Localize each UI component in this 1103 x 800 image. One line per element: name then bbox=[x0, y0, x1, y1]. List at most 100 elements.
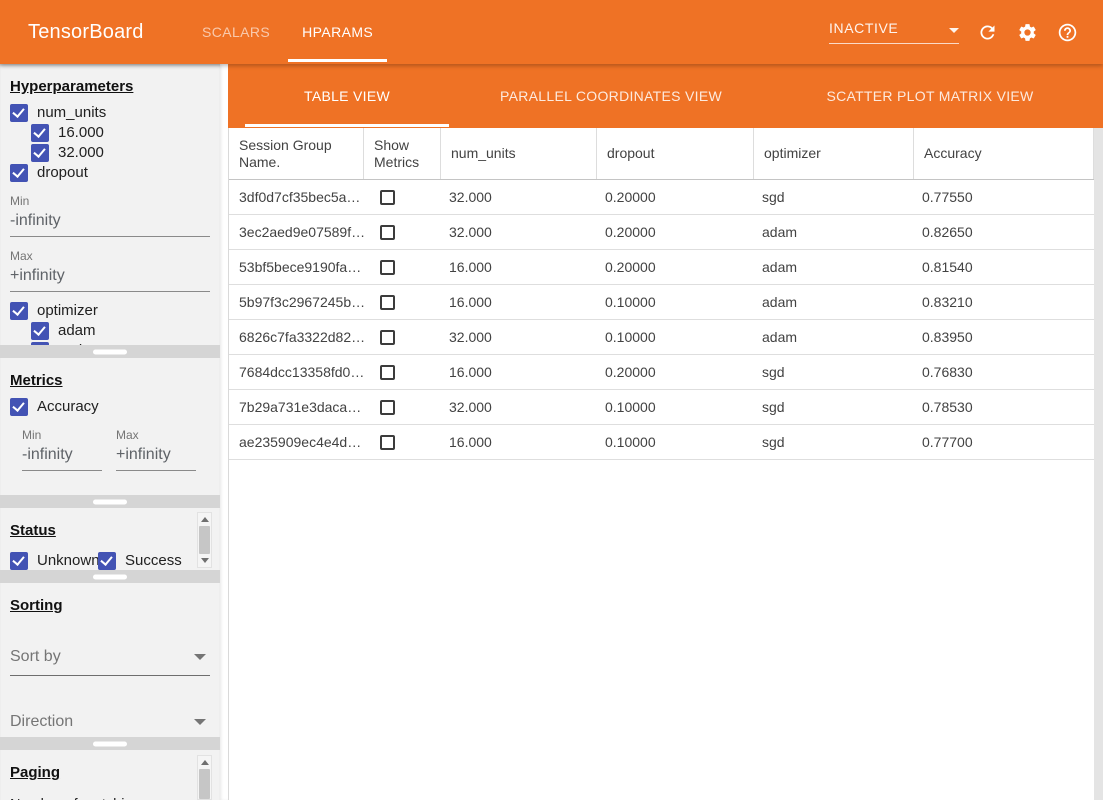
session-group-name-cell: 53bf5bece9190fa… bbox=[229, 259, 364, 275]
dropout-label: dropout bbox=[37, 164, 88, 181]
num-units-cell: 16.000 bbox=[441, 434, 597, 450]
chevron-down-icon bbox=[949, 28, 959, 33]
refresh-button[interactable] bbox=[967, 12, 1007, 52]
hparams-sidebar: Hyperparameters num_units 16.000 32.000 … bbox=[0, 64, 220, 800]
sidebar-gutter bbox=[220, 64, 228, 800]
paging-heading: Paging bbox=[10, 764, 60, 781]
tab-scalars[interactable]: SCALARS bbox=[186, 0, 286, 64]
optimizer-cell: sgd bbox=[754, 434, 914, 450]
matching-groups-count: Number of matching session groups: 8 bbox=[10, 796, 188, 800]
tab-parallel-coordinates-view[interactable]: PARALLEL COORDINATES VIEW bbox=[500, 88, 722, 104]
accuracy-cell: 0.78530 bbox=[914, 399, 1094, 415]
drag-handle[interactable] bbox=[93, 574, 127, 579]
hparam-value-row: adam bbox=[31, 321, 210, 340]
num-units-cell: 16.000 bbox=[441, 294, 597, 310]
scrollbar-thumb[interactable] bbox=[199, 526, 210, 554]
tab-hparams-label: HPARAMS bbox=[302, 24, 373, 40]
show-metrics-checkbox[interactable] bbox=[380, 435, 395, 450]
num-units-checkbox[interactable] bbox=[10, 104, 28, 122]
show-metrics-checkbox[interactable] bbox=[380, 190, 395, 205]
dropout-min-field: Min -infinity bbox=[10, 194, 210, 237]
tab-hparams[interactable]: HPARAMS bbox=[286, 0, 389, 64]
max-label: Max bbox=[10, 249, 210, 263]
num-units-cell: 32.000 bbox=[441, 329, 597, 345]
optimizer-adam-checkbox[interactable] bbox=[31, 322, 49, 340]
tab-table-view[interactable]: TABLE VIEW bbox=[304, 88, 390, 104]
table-view-content: Session Group Name. Show Metrics num_uni… bbox=[228, 128, 1103, 800]
status-scrollbar[interactable] bbox=[197, 512, 212, 568]
optimizer-cell: adam bbox=[754, 329, 914, 345]
status-checkbox[interactable] bbox=[98, 552, 116, 570]
accuracy-min-field: Min -infinity bbox=[22, 428, 102, 471]
scroll-up-arrow-icon[interactable] bbox=[201, 760, 209, 765]
optimizer-checkbox[interactable] bbox=[10, 302, 28, 320]
session-group-name-cell: 5b97f3c2967245b… bbox=[229, 294, 364, 310]
tab-scatter-plot-matrix-view[interactable]: SCATTER PLOT MATRIX VIEW bbox=[826, 88, 1033, 104]
session-group-name-cell: 7b29a731e3daca… bbox=[229, 399, 364, 415]
optimizer-cell: adam bbox=[754, 224, 914, 240]
hyperparameters-section: Hyperparameters num_units 16.000 32.000 … bbox=[0, 64, 220, 345]
accuracy-cell: 0.77550 bbox=[914, 189, 1094, 205]
num-units-32-checkbox[interactable] bbox=[31, 144, 49, 162]
metric-accuracy-row: Accuracy bbox=[10, 397, 210, 416]
num-units-cell: 32.000 bbox=[441, 189, 597, 205]
direction-select[interactable]: Direction bbox=[10, 713, 210, 737]
accuracy-cell: 0.83950 bbox=[914, 329, 1094, 345]
num-units-cell: 16.000 bbox=[441, 259, 597, 275]
direction-label: Direction bbox=[10, 713, 73, 731]
table-header-row: Session Group Name. Show Metrics num_uni… bbox=[229, 128, 1094, 180]
drag-handle[interactable] bbox=[93, 349, 127, 354]
show-metrics-checkbox[interactable] bbox=[380, 225, 395, 240]
metrics-heading: Metrics bbox=[10, 372, 63, 389]
status-checkbox[interactable] bbox=[10, 552, 28, 570]
settings-button[interactable] bbox=[1007, 12, 1047, 52]
min-input[interactable]: -infinity bbox=[10, 208, 210, 237]
drag-handle[interactable] bbox=[93, 741, 127, 746]
max-input[interactable]: +infinity bbox=[10, 263, 210, 292]
scrollbar-thumb[interactable] bbox=[199, 769, 210, 799]
section-divider bbox=[0, 345, 220, 358]
dropout-checkbox[interactable] bbox=[10, 164, 28, 182]
session-group-name-cell: 3df0d7cf35bec5a… bbox=[229, 189, 364, 205]
accuracy-checkbox[interactable] bbox=[10, 398, 28, 416]
status-option-row: Success bbox=[98, 551, 182, 570]
sort-by-select[interactable]: Sort by bbox=[10, 648, 210, 676]
optimizer-cell: sgd bbox=[754, 364, 914, 380]
accuracy-cell: 0.76830 bbox=[914, 364, 1094, 380]
status-option-label: Success bbox=[125, 552, 182, 569]
session-group-name-cell: 7684dcc13358fd0… bbox=[229, 364, 364, 380]
show-metrics-checkbox[interactable] bbox=[380, 295, 395, 310]
show-metrics-cell bbox=[364, 190, 441, 205]
scroll-up-arrow-icon[interactable] bbox=[201, 517, 209, 522]
session-group-name-cell: 6826c7fa3322d82… bbox=[229, 329, 364, 345]
status-option-label: Unknown bbox=[37, 552, 100, 569]
show-metrics-checkbox[interactable] bbox=[380, 365, 395, 380]
paging-scrollbar[interactable] bbox=[197, 755, 212, 800]
section-divider bbox=[0, 495, 220, 508]
scroll-down-arrow-icon[interactable] bbox=[201, 558, 209, 563]
view-tabs: TABLE VIEW PARALLEL COORDINATES VIEW SCA… bbox=[228, 64, 1103, 128]
hparam-value-row: 32.000 bbox=[31, 143, 210, 162]
show-metrics-checkbox[interactable] bbox=[380, 400, 395, 415]
min-input[interactable]: -infinity bbox=[22, 442, 102, 471]
show-metrics-checkbox[interactable] bbox=[380, 260, 395, 275]
show-metrics-checkbox[interactable] bbox=[380, 330, 395, 345]
help-button[interactable] bbox=[1047, 12, 1087, 52]
run-status-dropdown[interactable]: INACTIVE bbox=[829, 20, 959, 44]
show-metrics-cell bbox=[364, 225, 441, 240]
table-right-gutter bbox=[1094, 128, 1103, 800]
min-label: Min bbox=[10, 194, 210, 208]
num-units-cell: 32.000 bbox=[441, 399, 597, 415]
drag-handle[interactable] bbox=[93, 499, 127, 504]
max-input[interactable]: +infinity bbox=[116, 442, 196, 471]
show-metrics-cell bbox=[364, 295, 441, 310]
plugin-tabs: SCALARS HPARAMS bbox=[186, 0, 389, 64]
num-units-16-checkbox[interactable] bbox=[31, 124, 49, 142]
hparam-num-units-row: num_units bbox=[10, 103, 210, 122]
optimizer-cell: adam bbox=[754, 294, 914, 310]
dropout-cell: 0.20000 bbox=[597, 364, 754, 380]
optimizer-label: optimizer bbox=[37, 302, 98, 319]
session-groups-table: Session Group Name. Show Metrics num_uni… bbox=[228, 128, 1094, 800]
table-row: ae235909ec4e4d… 16.000 0.10000 sgd 0.777… bbox=[229, 425, 1094, 460]
col-accuracy: Accuracy bbox=[914, 128, 1094, 179]
